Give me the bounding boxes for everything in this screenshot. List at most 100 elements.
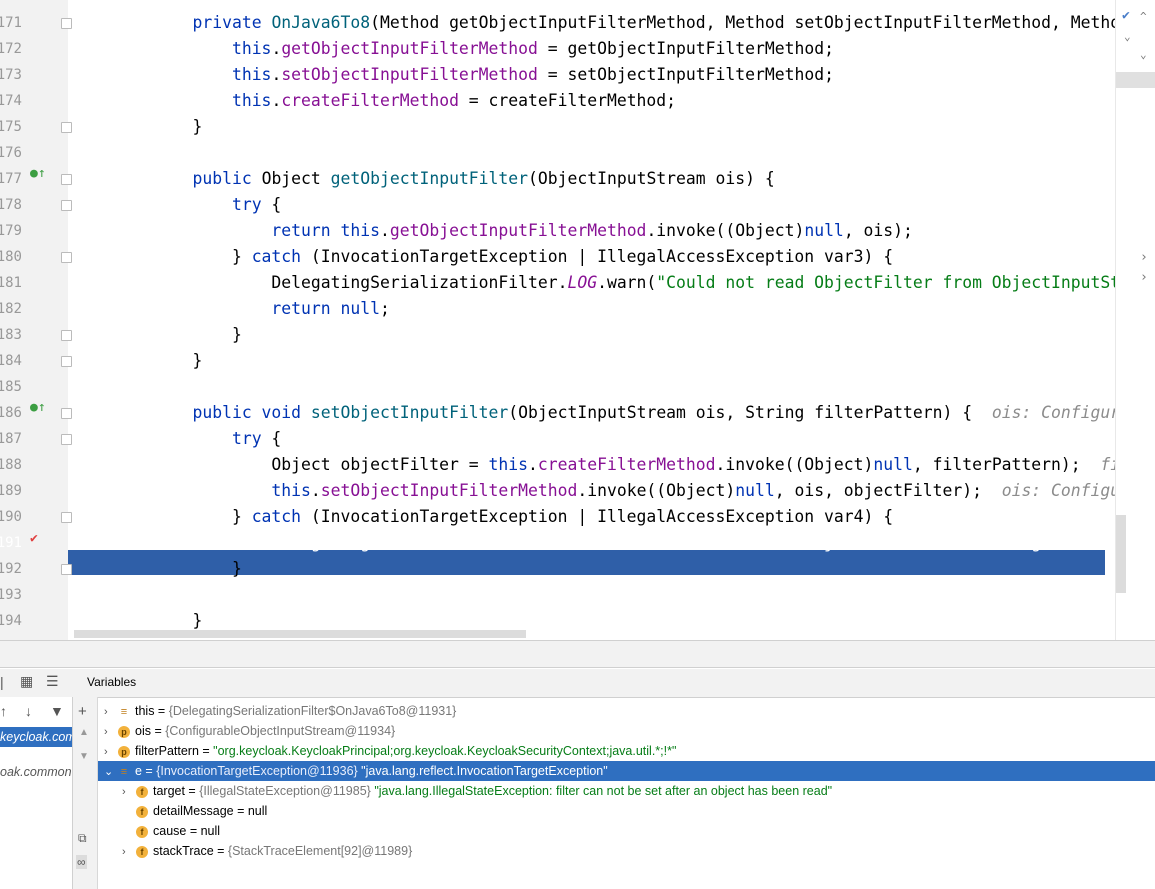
inspection-icon[interactable]: ✔ xyxy=(1122,8,1130,23)
line-number[interactable]: 175 xyxy=(0,114,22,140)
line-number[interactable]: 193 xyxy=(0,582,22,608)
code-line[interactable]: } xyxy=(68,114,1115,140)
line-number[interactable]: 179 xyxy=(0,218,22,244)
line-number[interactable]: 176 xyxy=(0,140,22,166)
code-text: return this.getObjectInputFilterMethod.i… xyxy=(271,221,913,240)
horizontal-scrollbar[interactable] xyxy=(74,630,526,638)
code-line[interactable]: this.getObjectInputFilterMethod = getObj… xyxy=(68,36,1115,62)
fold-marker-icon[interactable] xyxy=(61,18,72,29)
filter-icon[interactable]: ▼ xyxy=(50,703,64,719)
line-number[interactable]: 172 xyxy=(0,36,22,62)
code-line[interactable]: } xyxy=(68,556,1115,582)
fold-marker-icon[interactable] xyxy=(61,356,72,367)
fold-marker-icon[interactable] xyxy=(61,122,72,133)
expand-right-icon[interactable]: › xyxy=(122,842,136,862)
variable-row[interactable]: f cause = null xyxy=(98,821,1155,841)
line-number[interactable]: 186 xyxy=(0,400,22,426)
line-number[interactable]: 181 xyxy=(0,270,22,296)
fold-marker-icon[interactable] xyxy=(61,564,72,575)
line-number[interactable]: 174 xyxy=(0,88,22,114)
override-marker-icon[interactable]: ●↑ xyxy=(30,400,46,415)
expand-right-icon[interactable]: › xyxy=(104,742,118,762)
variable-row[interactable]: › f stackTrace = {StackTraceElement[92]@11… xyxy=(98,841,1155,861)
code-line[interactable] xyxy=(68,374,1115,400)
fold-marker-icon[interactable] xyxy=(61,434,72,445)
override-marker-icon[interactable]: ●↑ xyxy=(30,166,46,181)
line-number[interactable]: 184 xyxy=(0,348,22,374)
line-number[interactable]: 188 xyxy=(0,452,22,478)
arrow-up-icon[interactable]: ↑ xyxy=(0,703,7,719)
code-line[interactable]: public void setObjectInputFilter(ObjectI… xyxy=(68,400,1115,426)
line-number[interactable]: 194 xyxy=(0,608,22,634)
code-line[interactable] xyxy=(68,140,1115,166)
glasses-icon[interactable]: ∞ xyxy=(76,855,87,869)
chevron-down-icon[interactable]: ⌄ xyxy=(1140,48,1147,61)
line-number[interactable]: 187 xyxy=(0,426,22,452)
code-line[interactable]: DelegatingSerializationFilter.LOG.warn("… xyxy=(68,530,1115,556)
frame-item[interactable]: oak.common xyxy=(0,762,72,782)
fold-marker-icon[interactable] xyxy=(61,512,72,523)
variable-row[interactable]: › p ois = {ConfigurableObjectInputStream@1… xyxy=(98,721,1155,741)
code-area[interactable]: private OnJava6To8(Method getObjectInput… xyxy=(68,0,1115,640)
code-line[interactable]: DelegatingSerializationFilter.LOG.warn("… xyxy=(68,270,1115,296)
chevron-down-icon[interactable]: ⌄ xyxy=(1124,30,1131,43)
code-line[interactable]: this.setObjectInputFilterMethod = setObj… xyxy=(68,62,1115,88)
variable-row[interactable]: ⌄ ≡ e = {InvocationTargetException@11936} … xyxy=(98,761,1155,781)
chevron-right-icon[interactable]: › xyxy=(1140,270,1148,285)
fold-marker-icon[interactable] xyxy=(61,174,72,185)
line-number[interactable]: 189 xyxy=(0,478,22,504)
variable-row[interactable]: › ≡ this = {DelegatingSerializationFilter$… xyxy=(98,701,1155,721)
fold-marker-icon[interactable] xyxy=(61,200,72,211)
expand-right-icon[interactable]: › xyxy=(104,702,118,722)
variables-tree[interactable]: › ≡ this = {DelegatingSerializationFilter$… xyxy=(98,697,1155,889)
chevron-up-icon[interactable]: ^ xyxy=(1140,10,1147,23)
line-number[interactable]: 183 xyxy=(0,322,22,348)
code-line[interactable]: private OnJava6To8(Method getObjectInput… xyxy=(68,10,1115,36)
line-number[interactable]: 178 xyxy=(0,192,22,218)
line-number[interactable]: 180 xyxy=(0,244,22,270)
code-line[interactable]: return null; xyxy=(68,296,1115,322)
line-number[interactable]: 173 xyxy=(0,62,22,88)
code-line[interactable]: Object objectFilter = this.createFilterM… xyxy=(68,452,1115,478)
code-line[interactable]: try { xyxy=(68,192,1115,218)
frame-item-selected[interactable]: keycloak.com xyxy=(0,727,72,747)
expand-right-icon[interactable]: › xyxy=(104,722,118,742)
line-number[interactable]: 191 xyxy=(0,530,22,556)
code-editor[interactable]: private OnJava6To8(Method getObjectInput… xyxy=(0,0,1155,640)
copy-icon[interactable]: ⧉ xyxy=(78,831,87,846)
code-line[interactable]: public Object getObjectInputFilter(Objec… xyxy=(68,166,1115,192)
fold-marker-icon[interactable] xyxy=(61,252,72,263)
code-line[interactable]: } catch (InvocationTargetException | Ill… xyxy=(68,504,1115,530)
arrow-down-icon[interactable]: ↓ xyxy=(25,703,32,719)
line-number[interactable]: 190 xyxy=(0,504,22,530)
code-line[interactable]: } xyxy=(68,348,1115,374)
variable-row[interactable]: › p filterPattern = "org.keycloak.Keycloak… xyxy=(98,741,1155,761)
up-icon[interactable]: ▲ xyxy=(79,727,89,738)
line-number[interactable]: 192 xyxy=(0,556,22,582)
down-icon[interactable]: ▼ xyxy=(79,751,89,762)
fold-marker-icon[interactable] xyxy=(61,408,72,419)
code-line[interactable]: this.createFilterMethod = createFilterMe… xyxy=(68,88,1115,114)
line-number[interactable]: 177 xyxy=(0,166,22,192)
fold-marker-icon[interactable] xyxy=(61,330,72,341)
line-number[interactable]: 171 xyxy=(0,10,22,36)
chevron-right-icon[interactable]: › xyxy=(1140,250,1148,265)
table-icon[interactable]: ▦ xyxy=(20,673,33,690)
variable-row[interactable]: › f target = {IllegalStateException@11985}… xyxy=(98,781,1155,801)
code-line[interactable]: try { xyxy=(68,426,1115,452)
code-line[interactable]: return this.getObjectInputFilterMethod.i… xyxy=(68,218,1115,244)
code-line[interactable]: } catch (InvocationTargetException | Ill… xyxy=(68,244,1115,270)
variable-row[interactable]: f detailMessage = null xyxy=(98,801,1155,821)
line-number[interactable]: 182 xyxy=(0,296,22,322)
breakpoint-icon[interactable]: ✔ xyxy=(30,531,38,546)
scroll-thumb[interactable] xyxy=(1116,72,1155,88)
code-line[interactable]: this.setObjectInputFilterMethod.invoke((… xyxy=(68,478,1115,504)
code-line[interactable] xyxy=(68,582,1115,608)
list-settings-icon[interactable]: ☰ xyxy=(46,673,59,690)
expand-right-icon[interactable]: › xyxy=(122,782,136,802)
add-watch-icon[interactable]: + xyxy=(78,703,87,720)
variables-title[interactable]: Variables xyxy=(87,675,136,689)
code-line[interactable]: } xyxy=(68,322,1115,348)
line-number[interactable]: 185 xyxy=(0,374,22,400)
expand-down-icon[interactable]: ⌄ xyxy=(104,762,118,782)
